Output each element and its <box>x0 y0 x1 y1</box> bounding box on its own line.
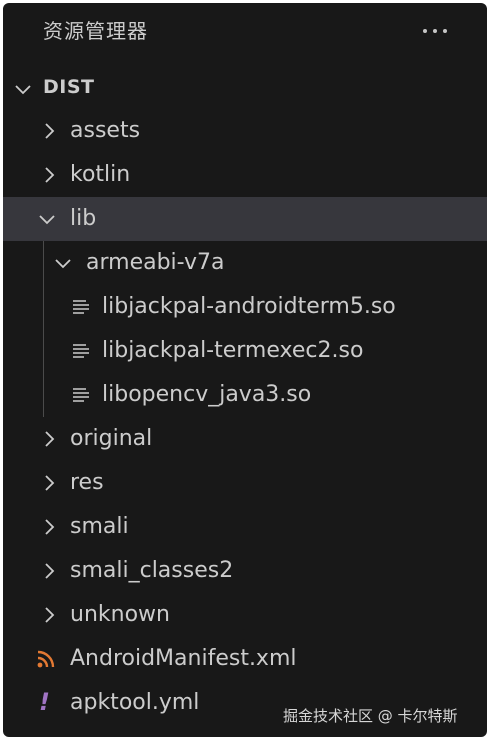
rss-feed-icon <box>36 649 56 669</box>
text-file-icon <box>71 341 91 361</box>
tree-item-armeabi-v7a[interactable]: armeabi-v7a <box>3 241 487 285</box>
tree-item-label: res <box>70 470 104 495</box>
explorer-header: 资源管理器 <box>3 3 487 59</box>
tree-item-label: kotlin <box>70 162 131 187</box>
tree-item-res[interactable]: res <box>3 461 487 505</box>
tree-item-original[interactable]: original <box>3 417 487 461</box>
tree-item-label: armeabi-v7a <box>86 250 225 275</box>
tree-item-label: smali <box>70 514 129 539</box>
tree-item-smali-classes2[interactable]: smali_classes2 <box>3 549 487 593</box>
tree-item-libjackpal-termexec2[interactable]: libjackpal-termexec2.so <box>3 329 487 373</box>
tree-item-label: AndroidManifest.xml <box>70 646 297 671</box>
tree-item-label: libopencv_java3.so <box>102 382 312 407</box>
text-file-icon <box>71 297 91 317</box>
tree-item-label: unknown <box>70 602 170 627</box>
ellipsis-icon[interactable] <box>421 25 449 37</box>
tree-item-libopencv-java3[interactable]: libopencv_java3.so <box>3 373 487 417</box>
tree-item-smali[interactable]: smali <box>3 505 487 549</box>
tree-item-label: libjackpal-androidterm5.so <box>102 294 396 319</box>
tree-item-lib[interactable]: lib <box>3 197 487 241</box>
tree-item-label: original <box>70 426 153 451</box>
tree-item-label: libjackpal-termexec2.so <box>102 338 364 363</box>
chevron-down-icon <box>53 253 73 273</box>
root-folder-label: DIST <box>43 76 95 98</box>
tree-item-assets[interactable]: assets <box>3 109 487 153</box>
tree-item-androidmanifest[interactable]: AndroidManifest.xml <box>3 637 487 681</box>
chevron-right-icon <box>39 517 59 537</box>
text-file-icon <box>71 385 91 405</box>
chevron-right-icon <box>39 473 59 493</box>
explorer-title: 资源管理器 <box>43 19 148 43</box>
tree-item-label: lib <box>70 206 97 231</box>
chevron-right-icon <box>39 165 59 185</box>
tree-item-label: assets <box>70 118 141 143</box>
chevron-right-icon <box>39 429 59 449</box>
chevron-down-icon <box>13 79 33 99</box>
tree-item-libjackpal-androidterm5[interactable]: libjackpal-androidterm5.so <box>3 285 487 329</box>
watermark: 掘金技术社区 @ 卡尔特斯 <box>283 707 458 725</box>
tree-item-kotlin[interactable]: kotlin <box>3 153 487 197</box>
chevron-right-icon <box>39 605 59 625</box>
chevron-right-icon <box>39 121 59 141</box>
chevron-down-icon <box>37 209 57 229</box>
explorer-panel: 资源管理器 DIST assets kotlin lib armeabi-v7a… <box>3 3 487 737</box>
tree-item-unknown[interactable]: unknown <box>3 593 487 637</box>
chevron-right-icon <box>39 561 59 581</box>
root-folder-dist[interactable]: DIST <box>3 69 487 109</box>
tree-item-label: smali_classes2 <box>70 558 234 583</box>
tree-item-label: apktool.yml <box>70 690 200 715</box>
exclamation-icon: ! <box>39 688 50 716</box>
